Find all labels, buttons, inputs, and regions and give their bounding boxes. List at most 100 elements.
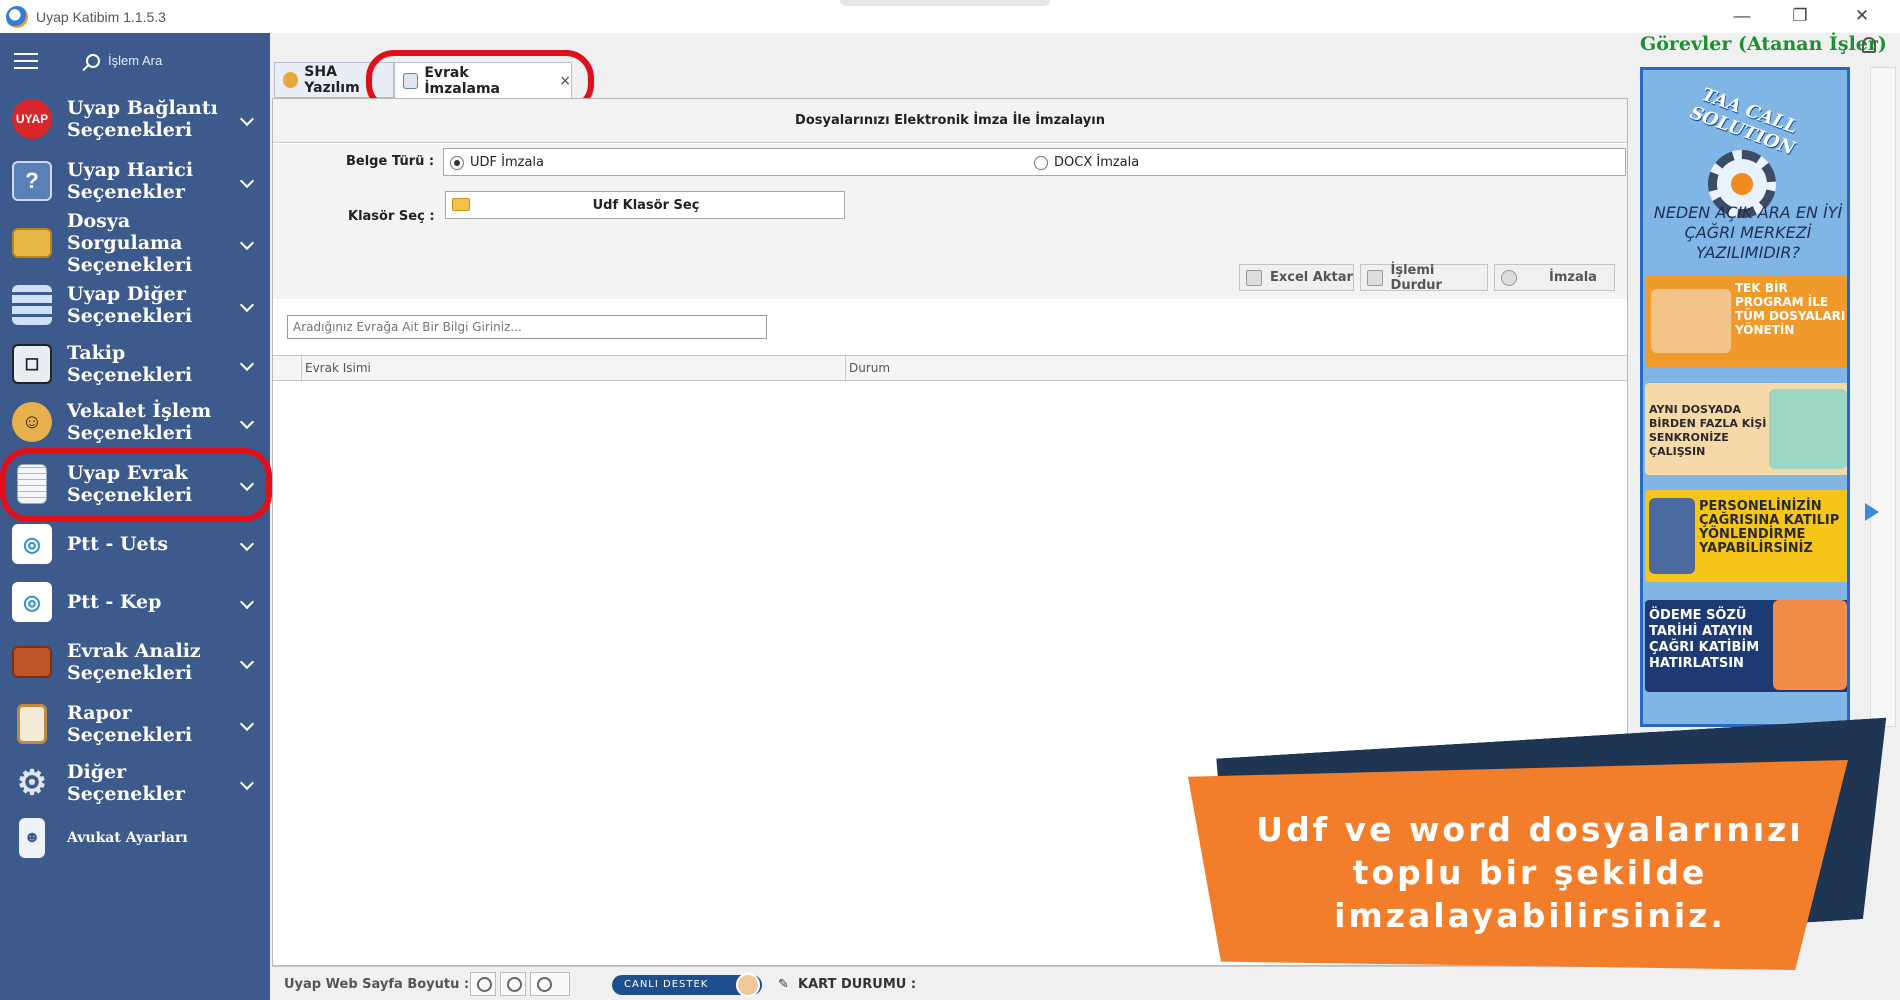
sidebar-item-label: Diğer Seçenekler: [67, 760, 185, 805]
folder-label: Klasör Seç :: [348, 209, 435, 224]
folder-icon: [12, 228, 52, 258]
clipboard-icon: [17, 704, 47, 744]
laptop-illustration-icon: [1651, 289, 1731, 353]
team-illustration-icon: [1769, 389, 1847, 469]
sidebar-search-label[interactable]: İşlem Ara: [108, 53, 162, 68]
sidebar-topbar: İşlem Ara: [0, 33, 270, 88]
sign-check-icon: [1501, 269, 1517, 286]
doc-type-radio-group: UDF İmzala DOCX İmzala: [443, 148, 1626, 176]
staff-illustration-icon: [1649, 498, 1695, 574]
stop-process-button[interactable]: İşlemi Durdur: [1360, 262, 1488, 293]
hamburger-menu-icon[interactable]: [14, 52, 38, 69]
alarm-clock-illustration-icon: [1773, 600, 1847, 690]
sidebar-item-label: Uyap Harici Seçenekler: [67, 159, 194, 203]
radio-label: DOCX İmzala: [1054, 155, 1140, 170]
app-logo-icon: [6, 5, 28, 28]
live-support-button[interactable]: CANLI DESTEK: [612, 973, 762, 997]
ad-panel-1: TEK BİR PROGRAM İLE TÜM DOSYALARI YÖNETİ…: [1645, 275, 1847, 367]
ad-panel-3: PERSONELİNİZİN ÇAĞRISINA KATILIP YÖNLEND…: [1645, 490, 1847, 582]
sidebar-item-ptt-kep[interactable]: ◎ Ptt - Kep: [0, 573, 270, 631]
sidebar-item-uyap-harici[interactable]: ? Uyap Harici Seçenekler: [0, 150, 270, 212]
sidebar-item-label: Evrak Analiz Seçenekleri: [67, 640, 201, 684]
sidebar-item-uyap-diger[interactable]: Uyap Diğer Seçenekleri: [0, 274, 270, 336]
document-grid-header: Evrak Isimi Durum: [273, 355, 1627, 381]
live-support-label: CANLI DESTEK: [624, 979, 709, 990]
close-button[interactable]: ✕: [1848, 4, 1876, 28]
sidebar-item-ptt-uets[interactable]: ◎ Ptt - Uets: [0, 515, 270, 573]
column-header-evrak[interactable]: Evrak Isimi: [305, 361, 371, 375]
uyap-logo-icon: UYAP: [12, 99, 52, 139]
sign-button[interactable]: İmzala: [1494, 264, 1615, 291]
sidebar-item-avukat-ayarlari[interactable]: ☻ Avukat Ayarları: [0, 810, 270, 865]
chevron-down-icon: [239, 235, 255, 251]
help-book-icon: ?: [12, 161, 52, 201]
promo-text: Udf ve word dosyalarınızı toplu bir şeki…: [1256, 810, 1804, 935]
right-scrollbar[interactable]: [1870, 67, 1896, 727]
radio-docx[interactable]: DOCX İmzala: [1034, 155, 1139, 170]
radio-udf[interactable]: UDF İmzala: [450, 155, 544, 170]
advertisement-banner[interactable]: TAA CALL SOLUTION NEDEN AÇIK ARA EN İYİ …: [1640, 67, 1850, 727]
sidebar-item-uyap-baglanti[interactable]: UYAP Uyap Bağlantı Seçenekleri: [0, 88, 270, 150]
select-folder-button[interactable]: Udf Klasör Seç: [445, 191, 845, 219]
sidebar-item-rapor[interactable]: Rapor Seçenekleri: [0, 693, 270, 755]
sidebar-item-label: Dosya Sorgulama Seçenekleri: [67, 210, 193, 276]
chevron-down-icon: [239, 775, 255, 790]
sidebar-item-label: Rapor Seçenekleri: [67, 702, 193, 746]
sidebar-item-takip[interactable]: ◻ Takip Seçenekleri: [0, 336, 270, 391]
ad-panel-4-text: ÖDEME SÖZÜ TARİHİ ATAYIN ÇAĞRI KATİBİM H…: [1649, 608, 1760, 671]
excel-export-label: Excel Aktar: [1270, 270, 1353, 285]
ptt-logo-icon: ◎: [12, 582, 52, 622]
sha-logo-icon: [283, 72, 299, 88]
sidebar-item-diger[interactable]: ⚙ Diğer Seçenekler: [0, 755, 270, 810]
expand-right-icon[interactable]: [1865, 503, 1879, 521]
sidebar-item-label: Uyap Diğer Seçenekleri: [67, 283, 193, 327]
zoom-out-icon[interactable]: [470, 972, 496, 996]
support-agent-avatar: [736, 973, 760, 997]
ad-panel-4: ÖDEME SÖZÜ TARİHİ ATAYIN ÇAĞRI KATİBİM H…: [1645, 600, 1847, 692]
tasks-title[interactable]: Görevler (Atanan İşler): [1640, 33, 1887, 55]
web-size-label: Uyap Web Sayfa Boyutu :: [284, 977, 470, 992]
annotation-highlight-sidebar: [0, 448, 272, 522]
column-header-durum[interactable]: Durum: [849, 361, 890, 375]
ad-panel-2-text: AYNI DOSYADA BİRDEN FAZLA KİŞİ SENKRONİZ…: [1649, 403, 1767, 458]
zoom-value-box: [530, 972, 570, 996]
sidebar-item-evrak-analiz[interactable]: Evrak Analiz Seçenekleri: [0, 631, 270, 693]
sidebar-item-label: Vekalet İşlem Seçenekleri: [67, 400, 212, 444]
ad-panel-2: AYNI DOSYADA BİRDEN FAZLA KİŞİ SENKRONİZ…: [1645, 383, 1847, 475]
sidebar-item-vekalet[interactable]: ☺ Vekalet İşlem Seçenekleri: [0, 391, 270, 453]
column-separator: [301, 356, 302, 380]
stop-icon: [1367, 269, 1383, 286]
user-handshake-icon: ☺: [12, 402, 52, 442]
minimize-button[interactable]: —: [1728, 4, 1756, 28]
sidebar-item-label: Ptt - Uets: [67, 533, 169, 555]
title-bar-handle: [840, 0, 1050, 6]
search-icon[interactable]: [86, 53, 100, 68]
zoom-in-icon[interactable]: [500, 972, 526, 996]
stop-process-label: İşlemi Durdur: [1390, 262, 1442, 293]
radio-dot: [1034, 155, 1048, 170]
restore-button[interactable]: ❐: [1786, 4, 1814, 28]
bell-icon[interactable]: [1862, 37, 1876, 53]
excel-icon: [1246, 269, 1262, 286]
sidebar-item-label: Uyap Bağlantı Seçenekleri: [67, 97, 218, 141]
lawyer-id-icon: ☻: [19, 817, 45, 858]
sidebar-item-dosya-sorgulama[interactable]: Dosya Sorgulama Seçenekleri: [0, 210, 270, 276]
chevron-down-icon: [239, 173, 255, 189]
status-bar: Uyap Web Sayfa Boyutu : CANLI DESTEK ✎ K…: [272, 966, 1628, 1000]
excel-export-button[interactable]: Excel Aktar: [1239, 264, 1354, 291]
ptt-logo-icon: ◎: [12, 524, 52, 564]
column-separator: [845, 356, 846, 380]
ad-question: NEDEN AÇIK ARA EN İYİ ÇAĞRI MERKEZİ YAZI…: [1653, 203, 1843, 262]
chevron-down-icon: [239, 536, 255, 552]
gear-icon: ⚙: [16, 763, 48, 802]
app-window: Uyap Katibim 1.1.5.3 — ❐ ✕ İşlem Ara UYA…: [0, 0, 1900, 1000]
document-search-input[interactable]: [287, 315, 767, 339]
select-folder-label: Udf Klasör Seç: [592, 198, 700, 213]
chevron-down-icon: [239, 594, 255, 610]
sidebar-item-label: Avukat Ayarları: [67, 829, 188, 846]
target-frame-icon: ◻: [12, 343, 52, 384]
chevron-down-icon: [239, 356, 255, 371]
sidebar-item-label: Takip Seçenekleri: [67, 341, 193, 386]
card-status-label: KART DURUMU :: [798, 977, 917, 992]
ad-panel-1-text: TEK BİR PROGRAM İLE TÜM DOSYALARI YÖNETİ…: [1735, 281, 1846, 337]
